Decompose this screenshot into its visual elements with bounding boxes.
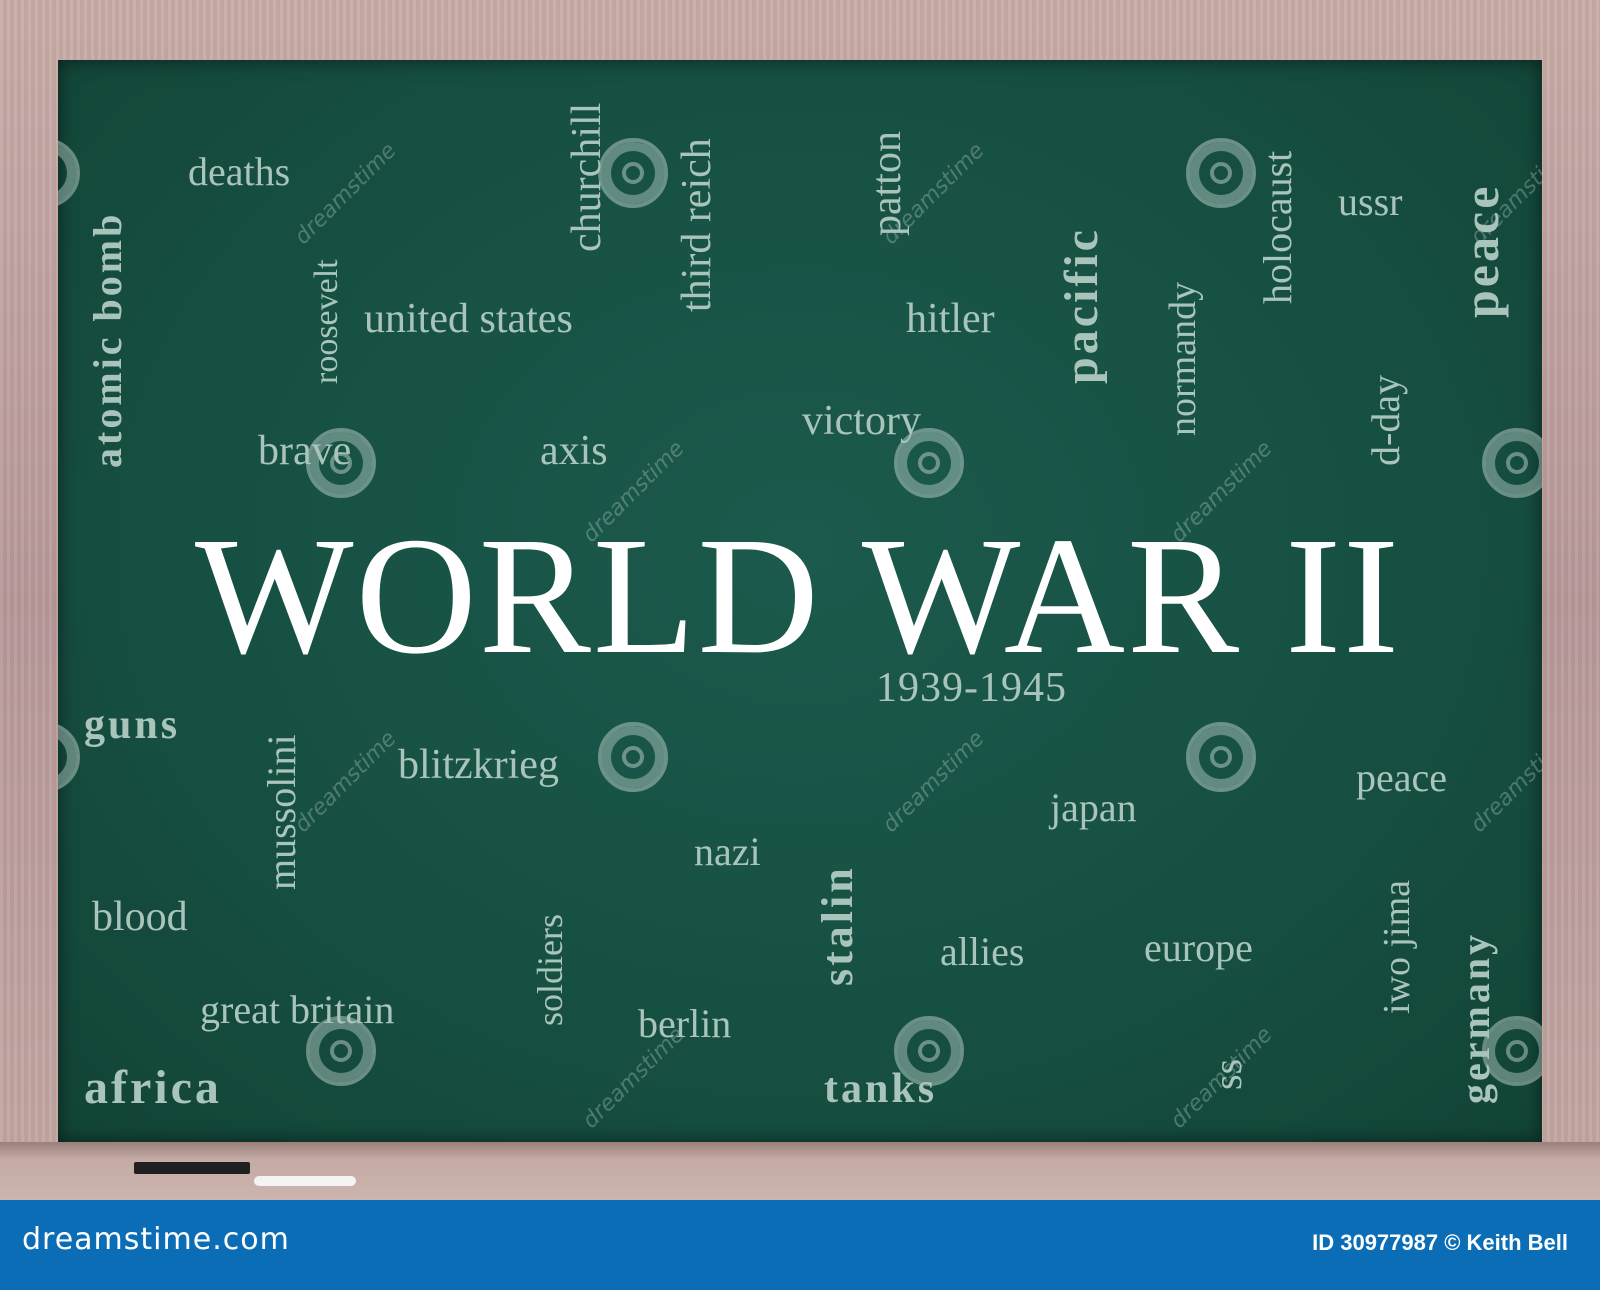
word-brave: brave (258, 428, 352, 474)
word-blood: blood (92, 894, 188, 940)
word-africa: africa (84, 1061, 222, 1114)
chalkboard: dreamstime dreamstime dreamstime dreamst… (58, 60, 1542, 1142)
word-deaths: deaths (188, 149, 291, 194)
word-stalin: stalin (813, 865, 862, 986)
word-soldiers: soldiers (530, 914, 570, 1026)
word-normandy: normandy (1162, 281, 1204, 436)
word-ss: ss (1205, 1058, 1250, 1090)
image-credit: ID 30977987 © Keith Bell (1312, 1230, 1568, 1255)
word-mussolini: mussolini (259, 734, 304, 890)
chalk-stick (254, 1176, 356, 1186)
watermark-logo-icon (598, 722, 668, 792)
word-patton: patton (864, 131, 910, 236)
word-roosevelt: roosevelt (308, 259, 345, 384)
word-third-reich: third reich (674, 138, 720, 312)
word-peace-horizontal: peace (1356, 755, 1448, 800)
word-churchill: churchill (564, 102, 610, 252)
watermark-logo-icon (1186, 722, 1256, 792)
word-ussr: ussr (1338, 179, 1403, 224)
word-guns: guns (84, 702, 181, 748)
word-victory: victory (802, 398, 921, 444)
years-label: 1939-1945 (876, 665, 1067, 711)
watermark-logo-icon (1482, 428, 1542, 498)
footer-bar: dreamstime.com ID 30977987 © Keith Bell (0, 1200, 1600, 1290)
watermark-text: dreamstime (1466, 726, 1542, 838)
word-atomic-bomb: atomic bomb (85, 211, 130, 468)
watermark-logo-icon (58, 722, 80, 792)
word-hitler: hitler (906, 296, 995, 342)
word-tanks: tanks (824, 1066, 938, 1112)
word-europe: europe (1144, 925, 1253, 970)
eraser (134, 1162, 250, 1174)
word-axis: axis (540, 428, 608, 474)
word-great-britain: great britain (200, 987, 395, 1032)
watermark-logo-icon (1186, 138, 1256, 208)
page-title: WORLD WAR II (194, 503, 1402, 689)
word-pacific: pacific (1055, 227, 1108, 384)
watermark-logo-icon (58, 138, 80, 208)
word-blitzkrieg: blitzkrieg (398, 742, 559, 788)
word-nazi: nazi (694, 829, 761, 874)
word-japan: japan (1050, 785, 1137, 830)
watermark-text: dreamstime (290, 138, 402, 250)
watermark-text: dreamstime (878, 726, 990, 838)
word-united-states: united states (364, 296, 573, 342)
word-allies: allies (940, 929, 1025, 974)
watermark-text: dreamstime (290, 726, 402, 838)
word-berlin: berlin (638, 1001, 732, 1046)
word-peace-vertical: peace (1453, 183, 1509, 318)
site-logo-text: dreamstime.com (22, 1222, 290, 1257)
word-d-day: d-day (1363, 374, 1408, 466)
word-holocaust: holocaust (1255, 150, 1300, 304)
word-iwo-jima: iwo jima (1376, 879, 1418, 1014)
word-germany: germany (1453, 931, 1498, 1104)
